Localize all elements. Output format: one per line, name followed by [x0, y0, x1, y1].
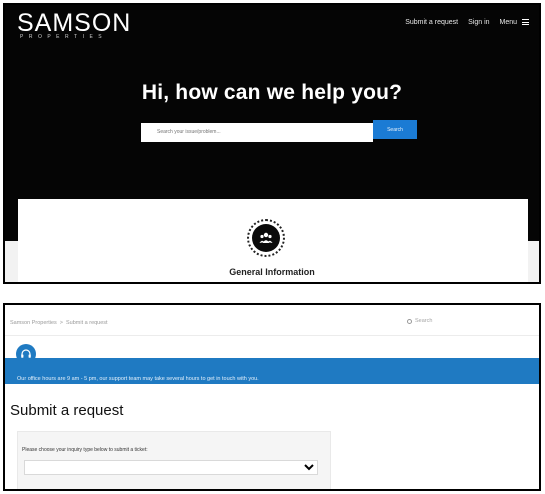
header-divider: [5, 335, 539, 336]
search-field-wrap: [141, 120, 373, 142]
breadcrumb: Samson Properties > Submit a request: [10, 320, 108, 326]
logo-wordmark: SAMSON: [17, 9, 132, 37]
inquiry-type-select[interactable]: [24, 460, 318, 475]
inquiry-type-label: Please choose your inquiry type below to…: [22, 447, 148, 453]
menu-label: Menu: [499, 19, 518, 26]
search-button[interactable]: Search: [373, 120, 417, 139]
search-icon: [407, 318, 412, 324]
top-navigation: Submit a request Sign in Menu: [405, 19, 529, 26]
search-input[interactable]: [141, 122, 373, 142]
submit-request-panel: Samson Properties > Submit a request Searc…: [3, 303, 541, 491]
category-title[interactable]: General Information: [5, 267, 539, 277]
hero-title: Hi, how can we help you?: [141, 81, 403, 104]
page-search[interactable]: Search: [407, 318, 432, 324]
help-center-home-panel: SAMSON PROPERTIES Submit a request Sign …: [3, 3, 541, 284]
sign-in-link[interactable]: Sign in: [468, 19, 489, 26]
office-hours-text: Our office hours are 9 am - 5 pm, our su…: [17, 376, 259, 382]
category-badge: [247, 219, 285, 257]
menu-button[interactable]: Menu: [500, 19, 529, 26]
breadcrumb-separator: >: [59, 320, 63, 326]
samson-logo[interactable]: SAMSON PROPERTIES: [17, 9, 132, 41]
page-title: Submit a request: [10, 402, 124, 419]
breadcrumb-current[interactable]: Submit a request: [66, 320, 108, 326]
submit-request-link[interactable]: Submit a request: [405, 19, 458, 26]
people-icon: [252, 224, 280, 252]
breadcrumb-home-link[interactable]: Samson Properties: [10, 320, 57, 326]
hero-search: Search: [141, 120, 417, 142]
search-label: Search: [415, 318, 433, 324]
hamburger-icon: [522, 19, 529, 26]
card-left-gutter: [5, 241, 18, 282]
headset-icon: [16, 344, 36, 364]
